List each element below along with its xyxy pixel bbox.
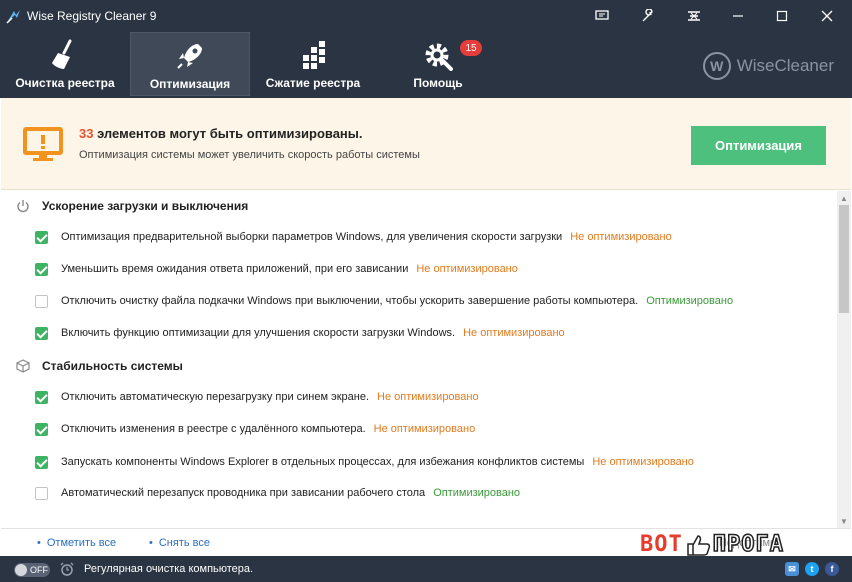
facebook-icon[interactable]: f (825, 562, 839, 576)
item-text: Оптимизация предварительной выборки пара… (61, 231, 563, 243)
list-item: Включить функцию оптимизации для улучшен… (1, 322, 837, 346)
window-title: Wise Registry Cleaner 9 (27, 9, 157, 23)
item-checkbox[interactable] (35, 327, 48, 340)
select-all-link[interactable]: Отметить все (37, 537, 116, 549)
toggle-knob (15, 564, 27, 576)
item-text: Автоматический перезапуск проводника при… (61, 487, 426, 499)
watermark: BOT ПРОГА (640, 531, 784, 558)
summary-banner: 33 элементов могут быть оптимизированы. … (1, 98, 851, 190)
cube-icon (15, 358, 31, 374)
broom-icon (52, 39, 72, 69)
list-item: Автоматический перезапуск проводника при… (1, 482, 837, 506)
item-checkbox[interactable] (35, 391, 48, 404)
menu-icon (688, 11, 700, 21)
brand-logo[interactable]: W WiseCleaner (702, 52, 834, 80)
section-title: Ускорение загрузки и выключения (42, 199, 249, 213)
toggle-label: OFF (30, 565, 48, 575)
scroll-up-icon[interactable]: ▲ (837, 192, 851, 204)
notification-badge: 15 (460, 40, 482, 56)
twitter-icon[interactable]: t (805, 562, 819, 576)
list-item: Отключить автоматическую перезагрузку пр… (1, 386, 837, 410)
headline-text: элементов могут быть оптимизированы. (93, 126, 363, 141)
brand-name: WiseCleaner (736, 56, 834, 75)
feedback-button[interactable] (588, 4, 616, 28)
item-text: Отключить очистку файла подкачки Windows… (61, 295, 639, 307)
tab-label: Помощь (413, 76, 463, 90)
tab-label: Сжатие реестра (265, 76, 361, 90)
item-status: Не оптимизировано (416, 263, 518, 275)
item-status: Не оптимизировано (373, 423, 476, 435)
item-checkbox[interactable] (35, 423, 48, 436)
main-nav: Очистка реестра Оптимизация Сжатие реест… (0, 32, 852, 98)
watermark-left: BOT (640, 532, 683, 557)
item-text: Уменьшить время ожидания ответа приложен… (61, 263, 409, 275)
item-text: Включить функцию оптимизации для улучшен… (61, 327, 456, 339)
title-bar: Wise Registry Cleaner 9 (0, 0, 852, 32)
monitor-icon (23, 127, 63, 161)
chat-icon (595, 10, 609, 20)
email-icon[interactable]: ✉ (785, 562, 799, 576)
scroll-down-icon[interactable]: ▼ (837, 515, 851, 527)
watermark-right: ПРОГА (712, 531, 784, 558)
item-status: Не оптимизировано (463, 327, 565, 339)
tab-registry-cleaner[interactable]: Очистка реестра (0, 32, 130, 96)
item-checkbox[interactable] (35, 231, 48, 244)
banner-subtitle: Оптимизация системы может увеличить скор… (79, 149, 420, 161)
item-checkbox[interactable] (35, 295, 48, 308)
item-status: Не оптимизировано (570, 231, 672, 243)
list-item: Уменьшить время ожидания ответа приложен… (1, 258, 837, 282)
tab-label: Оптимизация (149, 77, 231, 91)
schedule-toggle[interactable]: OFF (14, 563, 50, 577)
status-bar: OFF Регулярная очистка компьютера. ✉ t f (0, 556, 852, 582)
item-text: Отключить изменения в реестре с удалённо… (61, 423, 366, 435)
item-status: Не оптимизировано (377, 391, 479, 403)
item-text: Отключить автоматическую перезагрузку пр… (61, 391, 370, 403)
minimize-button[interactable] (724, 4, 752, 28)
tools-button[interactable] (634, 4, 662, 28)
wisecleaner-logo-icon: W (702, 52, 731, 80)
list-item: Оптимизация предварительной выборки пара… (1, 226, 837, 250)
wrench-icon (642, 9, 653, 22)
list-item: Отключить изменения в реестре с удалённо… (1, 418, 837, 442)
item-checkbox[interactable] (35, 487, 48, 500)
issue-count: 33 (79, 126, 94, 141)
tab-optimization[interactable]: Оптимизация (130, 32, 250, 96)
menu-button[interactable] (680, 4, 708, 28)
maximize-button[interactable] (768, 4, 796, 28)
minimize-icon (733, 15, 743, 17)
section-title: Стабильность системы (42, 359, 183, 373)
power-icon (15, 198, 31, 214)
tab-label: Очистка реестра (15, 76, 115, 90)
compress-blocks-icon (303, 41, 325, 69)
alarm-clock-icon (60, 562, 74, 576)
list-item: Запускать компоненты Windows Explorer в … (1, 451, 837, 475)
status-text: Регулярная очистка компьютера. (84, 563, 254, 575)
item-checkbox[interactable] (35, 456, 48, 469)
close-button[interactable] (813, 4, 841, 28)
list-item: Отключить очистку файла подкачки Windows… (1, 290, 837, 314)
list-scrollbar[interactable]: ▲ ▼ (837, 191, 851, 528)
scroll-thumb[interactable] (839, 205, 849, 313)
item-status: Не оптимизировано (592, 456, 694, 468)
close-icon (821, 10, 833, 22)
item-status: Оптимизировано (433, 487, 521, 499)
item-status: Оптимизировано (646, 295, 734, 307)
rocket-icon (177, 44, 202, 69)
item-text: Запускать компоненты Windows Explorer в … (61, 456, 585, 468)
item-checkbox[interactable] (35, 263, 48, 276)
thumbs-up-icon (687, 534, 710, 556)
tab-help[interactable]: Помощь 15 (388, 32, 488, 96)
optimization-list: Ускорение загрузки и выключения Оптимиза… (1, 191, 837, 528)
maximize-icon (776, 10, 788, 22)
optimize-button[interactable]: Оптимизация (691, 126, 826, 165)
banner-headline: 33 элементов могут быть оптимизированы. (79, 126, 363, 141)
tab-registry-compress[interactable]: Сжатие реестра (252, 32, 374, 96)
gear-wrench-icon (425, 43, 453, 71)
deselect-all-link[interactable]: Снять все (149, 537, 210, 549)
app-logo-icon (6, 10, 20, 24)
